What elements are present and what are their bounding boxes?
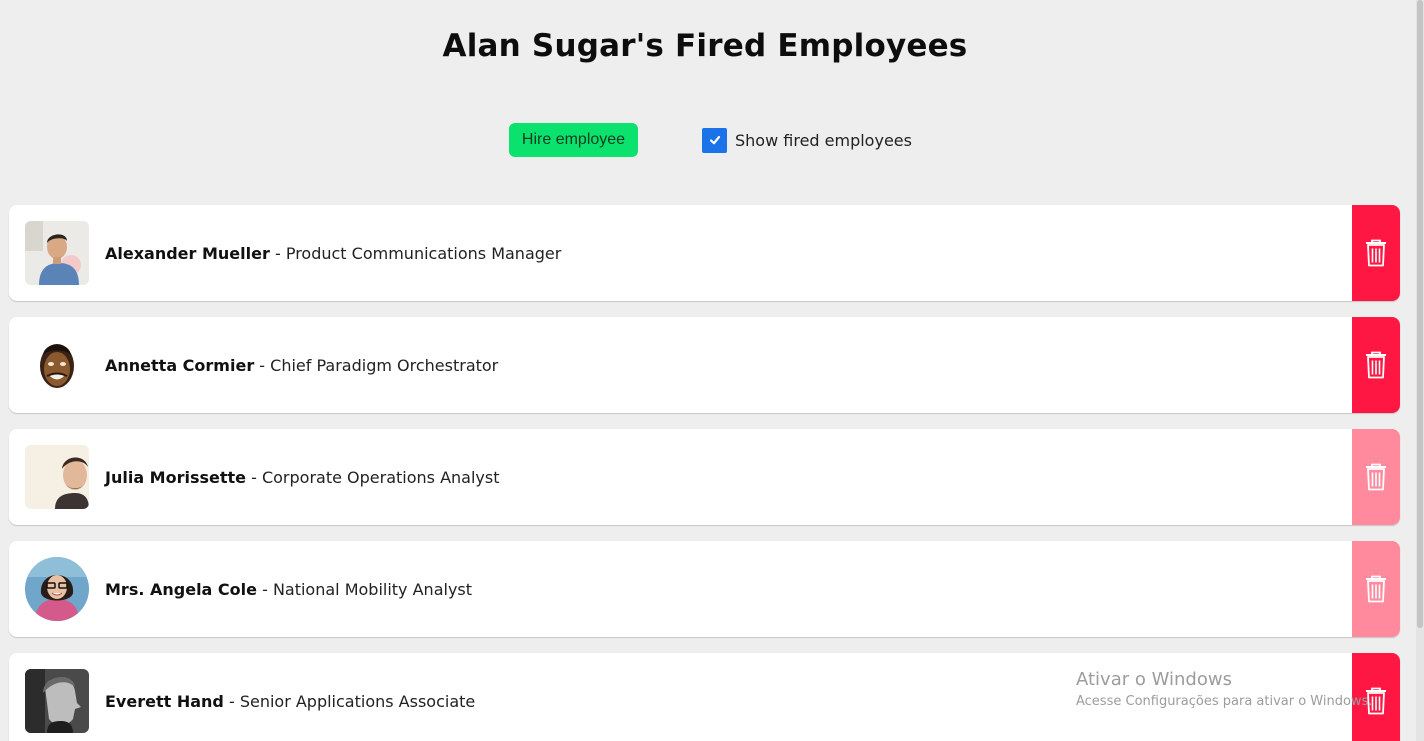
employee-separator: - <box>246 467 262 487</box>
employee-text: Alexander Mueller - Product Communicatio… <box>105 205 561 301</box>
trash-icon <box>1366 575 1386 603</box>
page-scrollbar[interactable] <box>1416 0 1424 741</box>
employee-text: Annetta Cormier - Chief Paradigm Orchest… <box>105 317 498 413</box>
employee-row: Julia Morissette - Corporate Operations … <box>9 429 1400 525</box>
trash-icon <box>1366 687 1386 715</box>
employee-title: Senior Applications Associate <box>239 691 476 711</box>
employee-text: Everett Hand - Senior Applications Assoc… <box>105 653 475 741</box>
employee-title: Chief Paradigm Orchestrator <box>270 355 499 375</box>
employee-text: Mrs. Angela Cole - National Mobility Ana… <box>105 541 472 637</box>
employee-avatar <box>25 221 89 285</box>
employee-name: Mrs. Angela Cole <box>105 579 257 599</box>
delete-button[interactable] <box>1352 429 1400 525</box>
page-title: Alan Sugar's Fired Employees <box>442 28 968 64</box>
show-fired-toggle[interactable]: Show fired employees <box>702 127 912 153</box>
employee-avatar <box>25 557 89 621</box>
employee-avatar <box>25 445 89 509</box>
cartoon-face-icon <box>25 333 89 397</box>
employee-title: National Mobility Analyst <box>272 579 473 599</box>
delete-button[interactable] <box>1352 653 1400 741</box>
employee-name: Julia Morissette <box>105 467 247 487</box>
employee-separator: - <box>223 691 240 711</box>
trash-icon <box>1366 463 1386 491</box>
controls-bar: Hire employee Show fired employees <box>509 123 912 157</box>
employee-name: Annetta Cormier <box>105 355 255 375</box>
hire-employee-button[interactable]: Hire employee <box>509 123 638 157</box>
app-page: Alan Sugar's Fired Employees Hire employ… <box>0 0 1424 741</box>
employee-row: Alexander Mueller - Product Communicatio… <box>9 205 1400 301</box>
man-photo-icon <box>25 221 89 285</box>
employee-title: Corporate Operations Analyst <box>261 467 500 487</box>
employee-name: Alexander Mueller <box>105 243 270 263</box>
employee-separator: - <box>269 243 286 263</box>
employee-list: Alexander Mueller - Product Communicatio… <box>9 205 1400 741</box>
show-fired-label: Show fired employees <box>735 130 912 150</box>
checkmark-icon <box>709 135 720 145</box>
employee-row: Annetta Cormier - Chief Paradigm Orchest… <box>9 317 1400 413</box>
employee-title: Product Communications Manager <box>285 243 562 263</box>
employee-separator: - <box>256 579 273 599</box>
employee-avatar <box>25 669 89 733</box>
show-fired-checkbox[interactable] <box>702 127 727 153</box>
delete-button[interactable] <box>1352 205 1400 301</box>
employee-row: Mrs. Angela Cole - National Mobility Ana… <box>9 541 1400 637</box>
trash-icon <box>1366 351 1386 379</box>
woman-photo-icon <box>25 557 89 621</box>
trash-icon <box>1366 239 1386 267</box>
employee-separator: - <box>254 355 271 375</box>
delete-button[interactable] <box>1352 317 1400 413</box>
man-photo-icon <box>25 445 89 509</box>
scrollbar-thumb[interactable] <box>1417 0 1423 628</box>
employee-avatar <box>25 333 89 397</box>
employee-text: Julia Morissette - Corporate Operations … <box>105 429 500 525</box>
delete-button[interactable] <box>1352 541 1400 637</box>
man-profile-photo-icon <box>25 669 89 733</box>
employee-row: Everett Hand - Senior Applications Assoc… <box>9 653 1400 741</box>
employee-name: Everett Hand <box>105 691 224 711</box>
